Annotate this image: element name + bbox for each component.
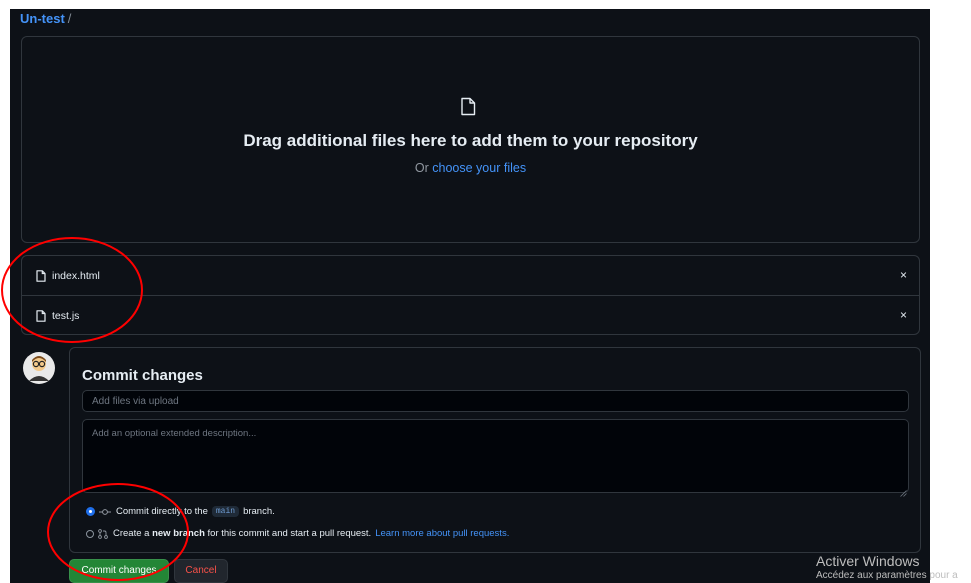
file-icon — [460, 97, 476, 121]
dropzone-subtitle: Or choose your files — [22, 161, 919, 175]
watermark-line-2: Accédez aux paramètres pour a — [816, 570, 958, 581]
commit-title: Commit changes — [82, 367, 203, 384]
learn-more-pull-requests-link[interactable]: Learn more about pull requests. — [375, 528, 509, 539]
commit-changes-panel: Commit changes Commit directly to the ma… — [69, 347, 921, 553]
new-branch-suffix: for this commit and start a pull request… — [207, 528, 372, 539]
uploaded-file-list: index.html × test.js × — [21, 255, 920, 335]
breadcrumb: Un-test / — [20, 11, 71, 26]
avatar[interactable] — [22, 351, 56, 385]
windows-activation-watermark: Activer Windows Accédez aux paramètres p… — [816, 553, 958, 581]
commit-direct-radio[interactable] — [86, 507, 95, 516]
commit-summary-input[interactable] — [82, 390, 909, 412]
choose-files-link[interactable]: choose your files — [432, 161, 526, 175]
new-branch-bold: new branch — [152, 528, 205, 539]
remove-file-close-icon[interactable]: × — [900, 268, 907, 282]
watermark-line-1: Activer Windows — [816, 553, 920, 569]
file-icon — [36, 269, 46, 282]
commit-description-input[interactable] — [82, 419, 909, 493]
dropzone-or-text: Or — [414, 161, 429, 175]
file-name: test.js — [52, 309, 80, 322]
commit-direct-suffix: branch. — [243, 506, 275, 517]
new-branch-prefix: Create a — [113, 528, 150, 539]
file-dropzone[interactable]: Drag additional files here to add them t… — [21, 36, 920, 243]
branch-name-badge: main — [211, 506, 240, 517]
resize-handle-icon[interactable] — [900, 484, 917, 549]
file-name: index.html — [52, 269, 100, 282]
commit-changes-button[interactable]: Commit changes — [69, 559, 169, 583]
breadcrumb-separator: / — [67, 11, 72, 26]
file-row: test.js × — [22, 295, 919, 335]
git-commit-icon — [99, 508, 111, 516]
git-pull-request-icon — [98, 528, 108, 539]
file-row: index.html × — [22, 256, 919, 295]
cancel-button[interactable]: Cancel — [174, 559, 228, 583]
commit-direct-option[interactable]: Commit directly to the main branch. — [86, 506, 275, 517]
commit-direct-prefix: Commit directly to the — [116, 506, 208, 517]
new-branch-radio[interactable] — [86, 529, 94, 538]
upload-page: Un-test / Drag additional files here to a… — [10, 9, 930, 583]
dropzone-title: Drag additional files here to add them t… — [243, 131, 698, 150]
new-branch-option[interactable]: Create a new branch for this commit and … — [86, 528, 509, 539]
remove-file-close-icon[interactable]: × — [900, 308, 907, 322]
breadcrumb-repo-link[interactable]: Un-test — [20, 11, 65, 26]
file-icon — [36, 309, 46, 322]
